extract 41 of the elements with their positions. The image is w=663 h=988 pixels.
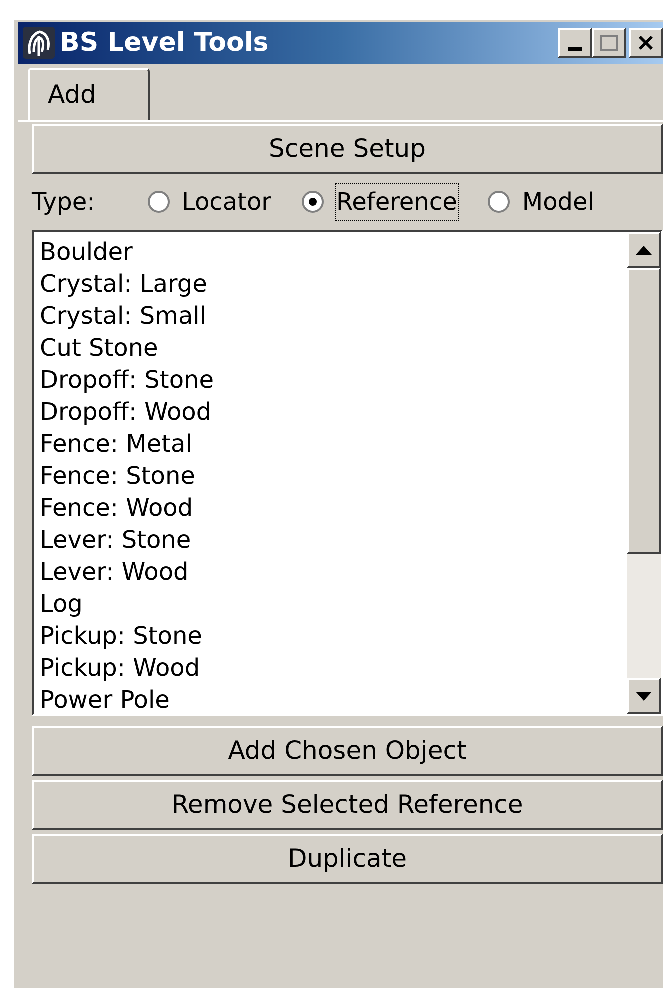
scroll-up-button[interactable] — [627, 232, 661, 268]
list-item[interactable]: Pickup: Stone — [40, 620, 627, 652]
maximize-icon — [600, 35, 618, 51]
list-item[interactable]: Boulder — [40, 236, 627, 268]
radio-option[interactable]: Locator — [148, 184, 272, 220]
window-title: BS Level Tools — [60, 26, 269, 60]
list-item[interactable]: Fence: Metal — [40, 428, 627, 460]
list-item[interactable]: Log — [40, 588, 627, 620]
list-item[interactable]: Crystal: Small — [40, 300, 627, 332]
action-button[interactable]: Remove Selected Reference — [32, 780, 663, 830]
scrollbar[interactable] — [627, 232, 661, 714]
tab[interactable]: Add — [28, 68, 150, 120]
scroll-down-button[interactable] — [627, 678, 661, 714]
minimize-button[interactable] — [558, 28, 592, 58]
list-item[interactable]: Pickup: Wood — [40, 652, 627, 684]
list-item[interactable]: Cut Stone — [40, 332, 627, 364]
down-arrow-icon — [636, 692, 652, 700]
scroll-thumb[interactable] — [627, 268, 661, 554]
maximize-button[interactable] — [592, 28, 626, 58]
close-button[interactable] — [629, 28, 663, 58]
type-label: Type: — [32, 187, 96, 218]
up-arrow-icon — [636, 246, 652, 254]
list-item[interactable]: Crystal: Large — [40, 268, 627, 300]
app-icon — [22, 26, 56, 60]
close-icon — [638, 35, 654, 51]
minimize-icon — [568, 47, 582, 51]
radio-button[interactable] — [302, 191, 324, 213]
list-item[interactable]: Power Pole — [40, 684, 627, 716]
action-button[interactable]: Add Chosen Object — [32, 726, 663, 776]
list-item[interactable]: Dropoff: Wood — [40, 396, 627, 428]
radio-button[interactable] — [488, 191, 510, 213]
action-button[interactable]: Scene Setup — [32, 124, 663, 174]
list-item[interactable]: Fence: Wood — [40, 492, 627, 524]
list-item[interactable]: Lever: Wood — [40, 556, 627, 588]
radio-option[interactable]: Reference — [302, 184, 458, 220]
list-item[interactable]: Lever: Stone — [40, 524, 627, 556]
radio-option[interactable]: Model — [488, 184, 594, 220]
radio-button[interactable] — [148, 191, 170, 213]
list-item[interactable]: Dropoff: Stone — [40, 364, 627, 396]
action-button[interactable]: Duplicate — [32, 834, 663, 884]
list-item[interactable]: Fence: Stone — [40, 460, 627, 492]
